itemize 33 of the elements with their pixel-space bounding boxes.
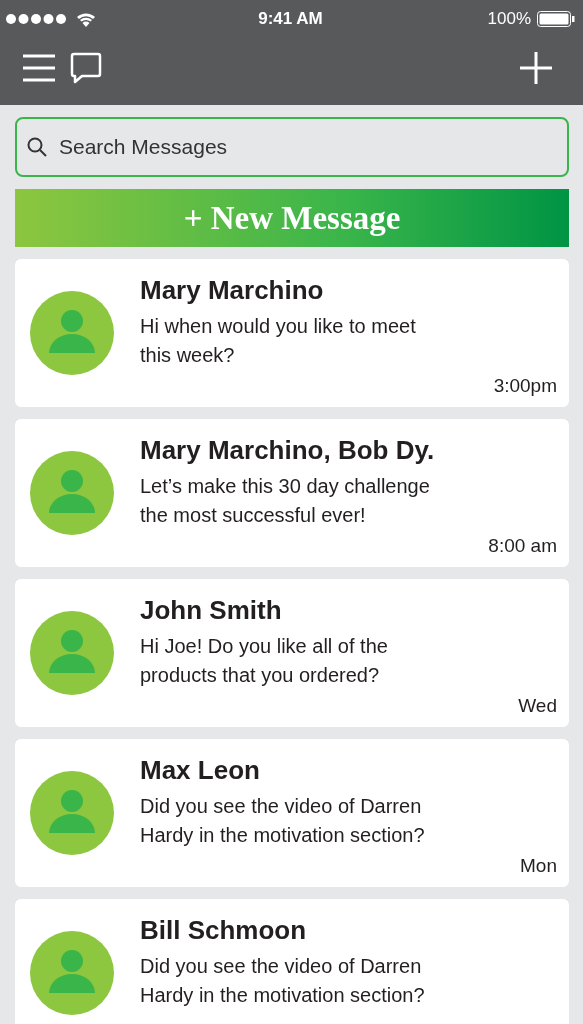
message-time: Wed: [518, 695, 557, 717]
avatar-icon: [30, 931, 114, 1015]
contact-name: Max Leon: [140, 755, 261, 786]
avatar-icon: [30, 771, 114, 855]
avatar-icon: [30, 451, 114, 535]
conversation-card[interactable]: John Smith Hi Joe! Do you like all of the products that you ordered? Wed: [15, 579, 569, 727]
wifi-icon: [76, 11, 96, 27]
menu-icon[interactable]: [22, 53, 56, 82]
chat-bubble-icon[interactable]: [70, 51, 102, 84]
contact-name: Bill Schmoon: [140, 915, 308, 946]
contact-name: Mary Marchino, Bob Dy.: [140, 435, 436, 466]
search-icon: [27, 137, 47, 157]
status-time: 9:41 AM: [258, 9, 323, 29]
message-preview: Let’s make this 30 day challenge the most successful ever!: [140, 474, 431, 528]
message-time: 3:00pm: [493, 375, 557, 397]
battery-percent: 100%: [487, 9, 531, 29]
contact-name: John Smith: [140, 595, 283, 626]
message-time: 8:00 am: [488, 535, 557, 557]
avatar-icon: [30, 291, 114, 375]
message-preview: Hi when would you like to meet this week?: [140, 314, 417, 368]
add-icon[interactable]: [519, 50, 553, 85]
conversation-card[interactable]: Max Leon Did you see the video of Darren Hardy in the motivation section? Mon: [15, 739, 569, 887]
message-preview: Did you see the video of Darren Hardy in the motivation section?: [140, 794, 426, 848]
battery-icon: [537, 11, 575, 27]
message-preview: Hi Joe! Do you like all of the products that you ordered?: [140, 634, 389, 688]
contact-name: Mary Marchino: [140, 275, 325, 306]
message-time: Mon: [520, 855, 557, 877]
conversation-card[interactable]: Mary Marchino, Bob Dy. Let’s make this 30 day challenge the most successful ever! 8:00 am: [15, 419, 569, 567]
message-preview: Did you see the video of Darren Hardy in the motivation section?: [140, 954, 426, 1008]
avatar-icon: [30, 611, 114, 695]
search-field[interactable]: Search Messages: [15, 117, 569, 177]
conversation-card[interactable]: Bill Schmoon Did you see the video of Darren Hardy in the motivation section?: [15, 899, 569, 1024]
conversation-card[interactable]: Mary Marchino Hi when would you like to meet this week? 3:00pm: [15, 259, 569, 407]
